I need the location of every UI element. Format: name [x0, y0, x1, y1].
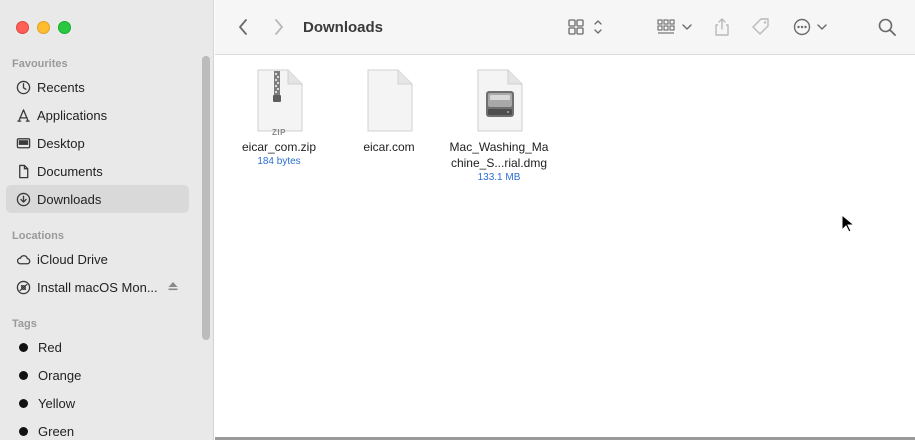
applications-icon: [15, 107, 31, 123]
desktop-icon: [15, 135, 31, 151]
sidebar-item-label: Recents: [37, 79, 85, 95]
favourites-section-title: Favourites: [12, 58, 68, 70]
sidebar-tag-green[interactable]: Green: [6, 417, 189, 440]
back-button[interactable]: [233, 15, 253, 39]
sidebar-item-documents[interactable]: Documents: [6, 157, 189, 185]
sidebar-item-label: Red: [38, 339, 62, 355]
file-name: eicar_com.zip: [241, 140, 317, 154]
sidebar-item-label: Downloads: [37, 191, 102, 207]
sidebar-item-downloads[interactable]: Downloads: [6, 185, 189, 213]
finder-window: Favourites Recents Applications Desktop …: [0, 0, 915, 440]
file-name-line-2: chine_S...rial.dmg: [450, 156, 548, 170]
sidebar-item-label: iCloud Drive: [37, 251, 108, 267]
sidebar-tag-orange[interactable]: Orange: [6, 361, 189, 389]
download-icon: [15, 191, 31, 207]
mouse-pointer-icon: [841, 214, 855, 233]
file-name-line-1: Mac_Washing_Ma: [449, 140, 549, 154]
minimize-window-button[interactable]: [37, 21, 50, 34]
view-mode-button[interactable]: [565, 15, 605, 39]
group-by-button[interactable]: [655, 15, 695, 39]
tag-dot-icon: [19, 342, 28, 352]
tag-dot-icon: [19, 370, 28, 380]
disk-image-file-icon: [473, 69, 525, 133]
file-size: 133.1 MB: [477, 172, 521, 183]
sidebar: Favourites Recents Applications Desktop …: [0, 0, 214, 440]
tag-dot-icon: [19, 426, 28, 436]
tag-icon: [752, 18, 769, 35]
chevron-left-icon: [239, 19, 247, 35]
chevron-right-icon: [275, 19, 283, 35]
file-name: Mac_Washing_Ma chine_S...rial.dmg: [439, 139, 559, 171]
eject-icon[interactable]: [167, 280, 179, 292]
zip-file-icon: ZIP: [253, 69, 305, 137]
search-button[interactable]: [876, 15, 898, 39]
file-browser: ZIP eicar_com.zip 184 bytes eicar.com Ma…: [215, 56, 915, 440]
tag-dot-icon: [19, 398, 28, 408]
search-icon: [878, 18, 896, 36]
sidebar-tag-yellow[interactable]: Yellow: [6, 389, 189, 417]
cloud-icon: [15, 251, 31, 267]
sidebar-item-install-macos[interactable]: Install macOS Mon...: [6, 273, 189, 301]
zip-badge: ZIP: [272, 128, 286, 137]
tags-section-title: Tags: [12, 318, 37, 330]
close-window-button[interactable]: [16, 21, 29, 34]
locations-section-title: Locations: [12, 230, 64, 242]
toolbar: Downloads: [215, 0, 915, 55]
ellipsis-circle-icon: [793, 18, 827, 36]
document-icon: [15, 163, 31, 179]
group-grid-icon: [657, 19, 692, 34]
file-item-eicar-zip[interactable]: ZIP eicar_com.zip 184 bytes: [219, 69, 339, 168]
sidebar-item-label: Desktop: [37, 135, 85, 151]
blank-file-icon: [363, 69, 415, 133]
file-size: 184 bytes: [257, 156, 301, 167]
disk-icon: [15, 279, 31, 295]
sidebar-item-applications[interactable]: Applications: [6, 101, 189, 129]
sidebar-item-label: Orange: [38, 367, 82, 383]
traffic-lights: [16, 21, 71, 34]
icon-grid-view-icon: [568, 19, 602, 35]
file-item-mac-washing-machine-dmg[interactable]: Mac_Washing_Ma chine_S...rial.dmg 133.1 …: [439, 69, 559, 184]
forward-button[interactable]: [269, 15, 289, 39]
file-name: eicar.com: [363, 140, 415, 154]
file-item-eicar-com[interactable]: eicar.com: [329, 69, 449, 155]
sidebar-item-label: Yellow: [38, 395, 76, 411]
zoom-window-button[interactable]: [58, 21, 71, 34]
tag-button[interactable]: [750, 15, 772, 39]
sidebar-item-label: Documents: [37, 163, 103, 179]
sidebar-tag-red[interactable]: Red: [6, 333, 189, 361]
sidebar-item-recents[interactable]: Recents: [6, 73, 189, 101]
folder-title: Downloads: [303, 19, 384, 36]
share-icon: [715, 18, 729, 36]
sidebar-item-label: Install macOS Mon...: [37, 279, 158, 295]
sidebar-item-desktop[interactable]: Desktop: [6, 129, 189, 157]
sidebar-item-label: Applications: [37, 107, 108, 123]
clock-icon: [15, 79, 31, 95]
more-actions-button[interactable]: [792, 15, 830, 39]
share-button[interactable]: [712, 15, 732, 39]
sidebar-scrollbar[interactable]: [202, 56, 210, 340]
sidebar-item-label: Green: [38, 423, 75, 439]
sidebar-item-icloud-drive[interactable]: iCloud Drive: [6, 245, 189, 273]
